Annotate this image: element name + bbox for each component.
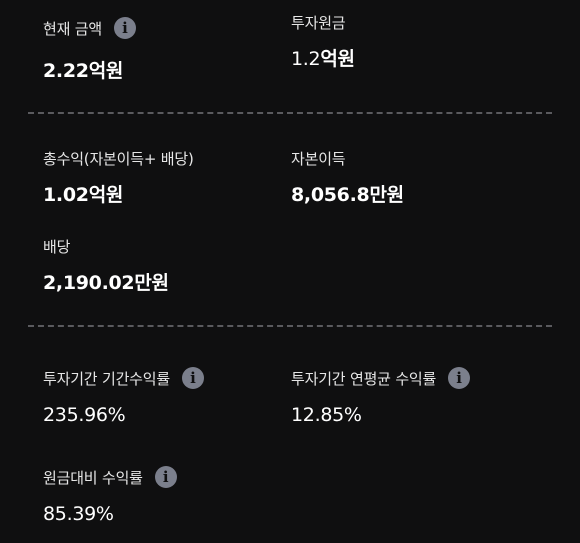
section-divider (28, 112, 552, 114)
principal-stat: 투자원금 1.2억원 (291, 10, 355, 71)
current-amount-label: 현재 금액 (43, 19, 102, 38)
annual-return-stat: 투자기간 연평균 수익률 i 12.85% (291, 366, 471, 426)
total-return-value: 1.02억원 (43, 184, 124, 206)
info-icon[interactable]: i (448, 367, 471, 389)
total-return-stat: 총수익(자본이득+ 배당) 1.02억원 (43, 146, 194, 207)
dividend-value: 2,190.02만원 (43, 272, 169, 294)
principal-return-value: 85.39% (43, 503, 114, 525)
capital-gain-label: 자본이득 (291, 149, 346, 168)
section-divider (28, 325, 552, 327)
info-icon[interactable]: i (113, 17, 136, 39)
dividend-stat: 배당 2,190.02만원 (43, 234, 169, 295)
info-icon[interactable]: i (181, 367, 204, 389)
current-amount-value: 2.22억원 (43, 60, 124, 82)
total-return-label: 총수익(자본이득+ 배당) (43, 149, 194, 168)
principal-return-label: 원금대비 수익률 (43, 468, 143, 487)
principal-label: 투자원금 (291, 13, 346, 32)
dividend-label: 배당 (43, 237, 71, 256)
capital-gain-value: 8,056.8만원 (291, 184, 404, 206)
current-amount-stat: 현재 금액 i 2.22억원 (43, 16, 136, 83)
period-return-value: 235.96% (43, 404, 126, 426)
principal-value: 1.2억원 (291, 48, 355, 70)
principal-return-stat: 원금대비 수익률 i 85.39% (43, 465, 177, 525)
period-return-label: 투자기간 기간수익률 (43, 369, 170, 388)
capital-gain-stat: 자본이득 8,056.8만원 (291, 146, 404, 207)
annual-return-label: 투자기간 연평균 수익률 (291, 369, 437, 388)
period-return-stat: 투자기간 기간수익률 i 235.96% (43, 366, 204, 426)
annual-return-value: 12.85% (291, 404, 362, 426)
info-icon[interactable]: i (154, 466, 177, 488)
